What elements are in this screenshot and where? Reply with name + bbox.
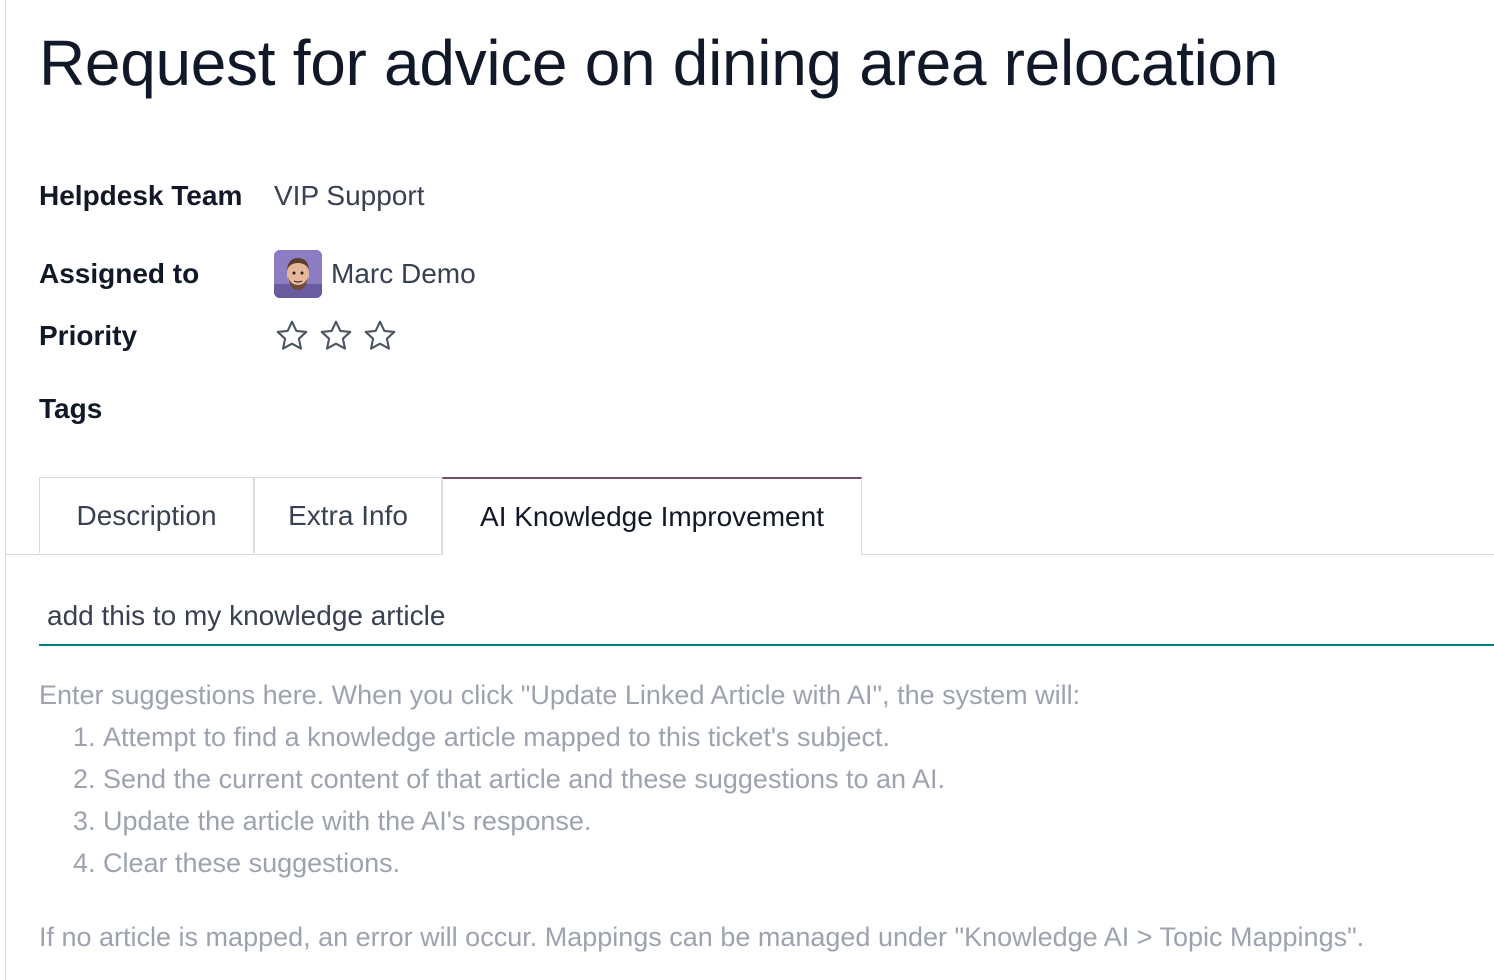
tab-description[interactable]: Description — [39, 477, 254, 553]
assigned-to-label: Assigned to — [39, 258, 200, 289]
priority-label: Priority — [39, 320, 138, 351]
tab-ai-knowledge-improvement[interactable]: AI Knowledge Improvement — [442, 477, 862, 555]
user-avatar[interactable] — [274, 250, 322, 298]
tab-extra-info[interactable]: Extra Info — [254, 477, 442, 553]
helpdesk-team-value[interactable]: VIP Support — [274, 180, 424, 212]
help-footer: If no article is mapped, an error will o… — [39, 922, 1365, 952]
field-priority: Priority — [39, 318, 398, 354]
help-step: Send the current content of that article… — [103, 758, 1489, 800]
tags-label: Tags — [39, 393, 103, 424]
help-intro: Enter suggestions here. When you click "… — [39, 680, 1081, 710]
field-assigned-to: Assigned to Marc Demo — [39, 250, 476, 298]
help-step: Update the article with the AI's respons… — [103, 800, 1489, 842]
help-step: Attempt to find a knowledge article mapp… — [103, 716, 1489, 758]
help-step: Clear these suggestions. — [103, 842, 1489, 884]
star-outline-icon[interactable] — [318, 318, 354, 354]
helpdesk-ticket-form: Request for advice on dining area reloca… — [5, 0, 1494, 980]
notebook-tabs: Description Extra Info AI Knowledge Impr… — [6, 477, 1494, 555]
priority-stars — [274, 318, 398, 354]
ticket-title[interactable]: Request for advice on dining area reloca… — [39, 26, 1278, 100]
star-outline-icon[interactable] — [274, 318, 310, 354]
help-steps: Attempt to find a knowledge article mapp… — [39, 716, 1489, 884]
help-text: Enter suggestions here. When you click "… — [39, 674, 1489, 958]
assigned-user-name: Marc Demo — [331, 258, 476, 289]
suggestions-input[interactable] — [39, 590, 1494, 642]
tags-value[interactable] — [274, 391, 874, 427]
helpdesk-team-label: Helpdesk Team — [39, 180, 243, 211]
assigned-to-value[interactable]: Marc Demo — [274, 250, 476, 298]
field-helpdesk-team: Helpdesk Team VIP Support — [39, 180, 424, 212]
star-outline-icon[interactable] — [362, 318, 398, 354]
suggestions-field — [39, 590, 1494, 646]
field-tags: Tags — [39, 391, 874, 427]
